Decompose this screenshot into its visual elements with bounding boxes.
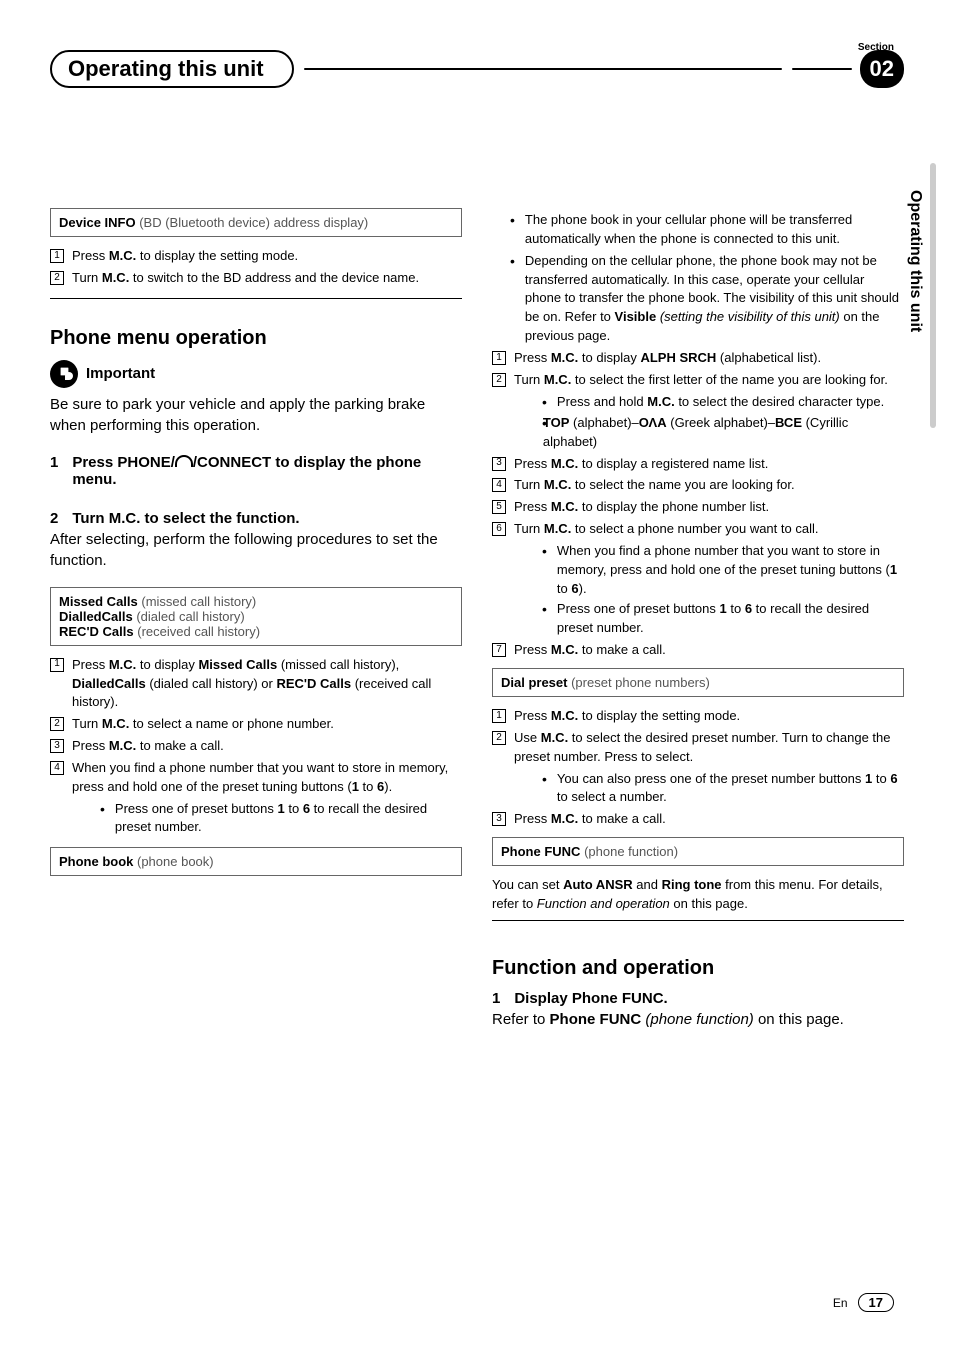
device-step: 2 Turn M.C. to switch to the BD address a…: [50, 269, 462, 288]
func-step1-heading: 1 Display Phone FUNC.: [492, 990, 904, 1007]
step-text: Press M.C. to display the setting mode.: [72, 247, 462, 266]
step-num: 1: [50, 249, 64, 263]
phone-func-text: You can set Auto ANSR and Ring tone from…: [492, 876, 904, 914]
step-number: 1: [50, 454, 58, 488]
step-text: Turn M.C. to select a name or phone numb…: [72, 715, 462, 734]
step-text: When you find a phone number that you wa…: [72, 759, 462, 797]
step2-heading: 2 Turn M.C. to select the function.: [50, 510, 462, 527]
step-title: Turn M.C. to select the function.: [72, 510, 299, 527]
calls-step: 1Press M.C. to display Missed Calls (mis…: [50, 656, 462, 713]
step-title: Press PHONE//CONNECT to display the phon…: [72, 454, 462, 488]
separator: [492, 920, 904, 921]
nested-text: TOP (alphabet)–ΟΛΑ (Greek alphabet)–ВСЕ …: [542, 414, 904, 452]
device-info-sub: (BD (Bluetooth device) address display): [136, 215, 369, 230]
side-bar: [930, 163, 936, 428]
function-operation-heading: Function and operation: [492, 957, 904, 980]
section-label: Section: [858, 42, 894, 53]
nested-bullet: When you find a phone number that you wa…: [542, 542, 904, 599]
bullet: The phone book in your cellular phone wi…: [510, 211, 904, 249]
important-row: Important: [50, 360, 462, 388]
calls-step: 2Turn M.C. to select a name or phone num…: [50, 715, 462, 734]
page-title: Operating this unit: [68, 56, 264, 82]
pb-step: 6Turn M.C. to select a phone number you …: [492, 520, 904, 539]
step-text: Press M.C. to make a call.: [72, 737, 462, 756]
important-icon: [50, 360, 78, 388]
left-column: Device INFO (BD (Bluetooth device) addre…: [50, 208, 462, 1046]
phonebook-box: Phone book (phone book): [50, 847, 462, 876]
page-footer: En 17: [833, 1293, 894, 1312]
footer-lang: En: [833, 1296, 848, 1310]
page-header: Operating this unit 02: [50, 50, 904, 88]
page-title-pill: Operating this unit: [50, 50, 294, 88]
badge-line: [792, 68, 852, 70]
device-info-box: Device INFO (BD (Bluetooth device) addre…: [50, 208, 462, 237]
important-text: Be sure to park your vehicle and apply t…: [50, 394, 462, 436]
dp-step: 3Press M.C. to make a call.: [492, 810, 904, 829]
important-label: Important: [86, 365, 155, 382]
calls-step: 4When you find a phone number that you w…: [50, 759, 462, 797]
step-number: 2: [50, 510, 58, 527]
nested-bullet: You can also press one of the preset num…: [542, 770, 904, 808]
calls-box: Missed Calls (missed call history) Diall…: [50, 587, 462, 646]
step1-heading: 1 Press PHONE//CONNECT to display the ph…: [50, 454, 462, 488]
bullet: Depending on the cellular phone, the pho…: [510, 252, 904, 346]
dial-preset-box: Dial preset (preset phone numbers): [492, 668, 904, 697]
section-badge: 02: [792, 50, 904, 88]
func-step1-body: Refer to Phone FUNC (phone function) on …: [492, 1009, 904, 1030]
step-text: Press M.C. to display Missed Calls (miss…: [72, 656, 462, 713]
separator: [50, 298, 462, 299]
side-tab: Operating this unit: [906, 190, 924, 332]
calls-step: 3Press M.C. to make a call.: [50, 737, 462, 756]
page-number: 17: [858, 1293, 894, 1312]
step2-body: After selecting, perform the following p…: [50, 529, 462, 571]
phone-icon: [175, 455, 193, 467]
phone-func-box: Phone FUNC (phone function): [492, 837, 904, 866]
nested-bullet: Press and hold M.C. to select the desire…: [542, 393, 904, 412]
nested-bullet: Press one of preset buttons 1 to 6 to re…: [542, 600, 904, 638]
dp-step: 1Press M.C. to display the setting mode.: [492, 707, 904, 726]
pb-step: 7Press M.C. to make a call.: [492, 641, 904, 660]
step-num: 2: [50, 271, 64, 285]
device-step: 1 Press M.C. to display the setting mode.: [50, 247, 462, 266]
nested-bullet: Press one of preset buttons 1 to 6 to re…: [100, 800, 462, 838]
phone-menu-heading: Phone menu operation: [50, 327, 462, 350]
section-number: 02: [860, 50, 904, 88]
pb-step: 3Press M.C. to display a registered name…: [492, 455, 904, 474]
device-info-title: Device INFO: [59, 215, 136, 230]
right-column: The phone book in your cellular phone wi…: [492, 208, 904, 1046]
pb-step: 5Press M.C. to display the phone number …: [492, 498, 904, 517]
pb-step: 4Turn M.C. to select the name you are lo…: [492, 476, 904, 495]
dp-step: 2Use M.C. to select the desired preset n…: [492, 729, 904, 767]
pb-step: 1Press M.C. to display ALPH SRCH (alphab…: [492, 349, 904, 368]
step-text: Turn M.C. to switch to the BD address an…: [72, 269, 462, 288]
pb-step: 2Turn M.C. to select the first letter of…: [492, 371, 904, 390]
header-line: [304, 68, 782, 70]
